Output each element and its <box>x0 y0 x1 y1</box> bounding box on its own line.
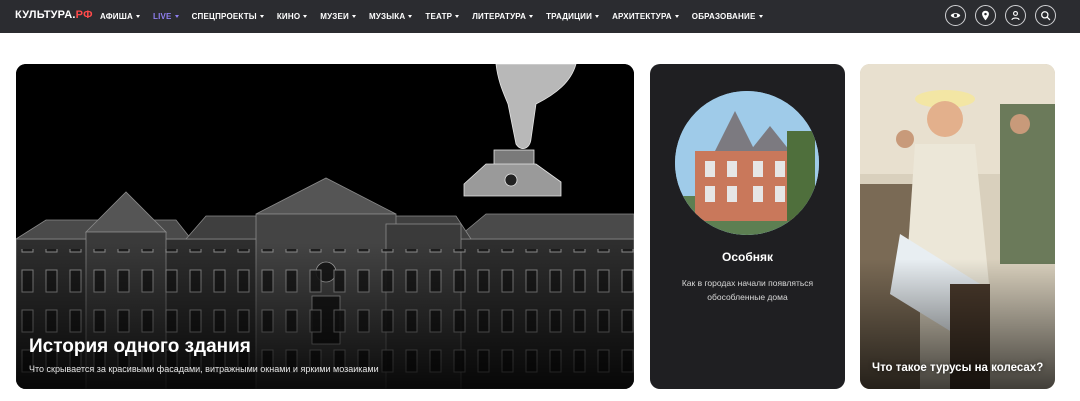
card-title: История одного здания <box>29 336 251 357</box>
feature-card-turusy[interactable]: Что такое турусы на колесах? <box>860 64 1055 389</box>
search-icon[interactable] <box>1035 5 1056 26</box>
nav-item-afisha[interactable]: АФИША <box>100 12 140 21</box>
nav-item-muzei[interactable]: МУЗЕИ <box>320 12 357 21</box>
chevron-down-icon <box>408 15 413 18</box>
nav-label: АРХИТЕКТУРА <box>612 12 672 21</box>
chevron-down-icon <box>174 15 179 18</box>
card-subtitle: Что скрывается за красивыми фасадами, ви… <box>29 364 379 374</box>
nav-item-kino[interactable]: КИНО <box>276 12 308 21</box>
nav-item-tradicii[interactable]: ТРАДИЦИИ <box>546 12 600 21</box>
nav-item-obrazovanie[interactable]: ОБРАЗОВАНИЕ <box>692 12 763 21</box>
nav-label: СПЕЦПРОЕКТЫ <box>191 12 257 21</box>
nav-label: КИНО <box>276 12 301 21</box>
user-icon[interactable] <box>1005 5 1026 26</box>
logo-accent: РФ <box>75 9 93 21</box>
feature-card-mansion[interactable]: Особняк Как в городах начали появляться … <box>650 64 845 389</box>
nav-item-literatura[interactable]: ЛИТЕРАТУРА <box>472 12 534 21</box>
chevron-down-icon <box>352 15 357 18</box>
card-title: Особняк <box>721 250 773 264</box>
nav-label: LIVE <box>152 12 172 21</box>
logo-text: КУЛЬТУРА. <box>15 9 76 21</box>
nav-label: ОБРАЗОВАНИЕ <box>691 12 756 21</box>
nav-item-specprojects[interactable]: СПЕЦПРОЕКТЫ <box>192 12 264 21</box>
nav-item-live[interactable]: LIVE <box>153 12 179 21</box>
top-header: КУЛЬТУРА.РФ АФИША LIVE СПЕЦПРОЕКТЫ КИНО … <box>0 0 1080 33</box>
mansion-photo <box>675 91 819 235</box>
nav-label: ЛИТЕРАТУРА <box>472 12 527 21</box>
card-subtitle: Как в городах начали появляться обособле… <box>681 278 814 302</box>
location-pin-icon[interactable] <box>975 5 996 26</box>
chevron-down-icon <box>529 15 534 18</box>
main-nav: АФИША LIVE СПЕЦПРОЕКТЫ КИНО МУЗЕИ МУЗЫКА… <box>100 0 776 33</box>
site-logo[interactable]: КУЛЬТУРА.РФ <box>15 9 93 21</box>
chevron-down-icon <box>303 15 308 18</box>
nav-item-teatr[interactable]: ТЕАТР <box>425 12 460 21</box>
nav-label: МУЗЕИ <box>320 12 350 21</box>
chevron-down-icon <box>758 15 763 18</box>
painting-illustration <box>860 64 1055 389</box>
feature-card-history[interactable]: История одного здания Что скрывается за … <box>16 64 634 389</box>
nav-item-muzyka[interactable]: МУЗЫКА <box>369 12 413 21</box>
chevron-down-icon <box>135 15 140 18</box>
chevron-down-icon <box>259 15 264 18</box>
nav-label: АФИША <box>100 12 133 21</box>
nav-item-arhitektura[interactable]: АРХИТЕКТУРА <box>612 12 679 21</box>
chevron-down-icon <box>674 15 679 18</box>
chevron-down-icon <box>455 15 460 18</box>
eye-icon[interactable] <box>945 5 966 26</box>
nav-label: ТРАДИЦИИ <box>546 12 593 21</box>
nav-label: ТЕАТР <box>425 12 453 21</box>
header-actions <box>936 5 1056 26</box>
card-title: Что такое турусы на колесах? <box>872 362 1044 374</box>
nav-label: МУЗЫКА <box>369 12 406 21</box>
chevron-down-icon <box>595 15 600 18</box>
